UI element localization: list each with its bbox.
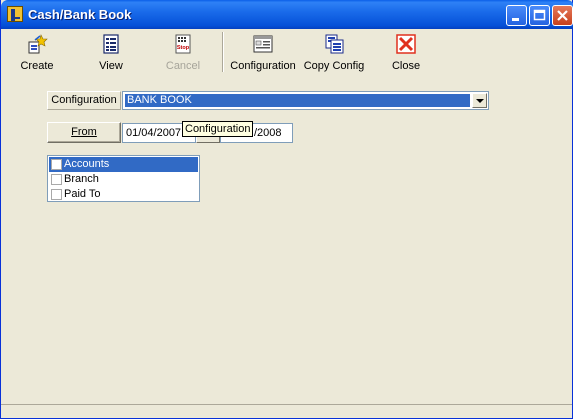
from-button-label: From xyxy=(71,126,97,138)
list-item-branch[interactable]: Branch xyxy=(49,172,198,187)
configuration-label: Configuration xyxy=(230,60,296,72)
configuration-field-label: Configuration xyxy=(47,91,121,110)
cash-bank-book-window: Cash/Bank Book Create View Stop Cancel C… xyxy=(0,0,573,419)
paid-to-checkbox[interactable] xyxy=(51,189,62,200)
view-button[interactable]: View xyxy=(89,30,133,74)
from-button[interactable]: From xyxy=(47,122,121,143)
copy-config-icon xyxy=(325,34,344,54)
create-label: Create xyxy=(20,60,54,72)
close-icon xyxy=(396,34,416,54)
configuration-selected-value: BANK BOOK xyxy=(125,94,470,107)
configuration-button[interactable]: Configuration xyxy=(228,30,298,74)
title-bar[interactable]: Cash/Bank Book xyxy=(1,0,573,29)
to-date-value: /2008 xyxy=(254,127,282,139)
view-label: View xyxy=(99,60,123,72)
cancel-button[interactable]: Stop Cancel xyxy=(161,30,205,74)
configuration-icon xyxy=(253,35,273,53)
list-item-label: Branch xyxy=(64,173,99,185)
filter-listbox[interactable]: Accounts Branch Paid To xyxy=(47,155,200,202)
close-x-icon xyxy=(557,10,568,21)
maximize-button[interactable] xyxy=(529,5,550,26)
window-title: Cash/Bank Book xyxy=(28,7,132,22)
view-icon xyxy=(103,34,119,54)
list-item-label: Paid To xyxy=(64,188,101,200)
list-item-accounts[interactable]: Accounts xyxy=(49,157,198,172)
stop-icon-text: Stop xyxy=(177,45,190,51)
branch-checkbox[interactable] xyxy=(51,174,62,185)
configuration-dropdown[interactable]: BANK BOOK xyxy=(122,91,489,110)
toolbar: Create View Stop Cancel Configuration Co… xyxy=(5,30,570,74)
accounts-checkbox[interactable] xyxy=(51,159,62,170)
cancel-label: Cancel xyxy=(165,60,201,72)
maximize-icon xyxy=(533,9,546,21)
minimize-icon xyxy=(512,18,519,21)
close-button[interactable]: Close xyxy=(385,30,427,74)
configuration-tooltip: Configuration xyxy=(182,121,254,137)
close-window-button[interactable] xyxy=(552,5,573,26)
copy-config-button[interactable]: Copy Config xyxy=(301,30,367,74)
status-bar xyxy=(1,404,572,418)
stop-icon: Stop xyxy=(175,34,191,54)
create-button[interactable]: Create xyxy=(15,30,59,74)
app-icon xyxy=(7,6,23,22)
list-item-label: Accounts xyxy=(64,158,110,170)
minimize-button[interactable] xyxy=(506,5,527,26)
close-label: Close xyxy=(391,60,421,72)
list-item-paid-to[interactable]: Paid To xyxy=(49,187,198,202)
create-icon xyxy=(28,34,48,54)
copy-config-label: Copy Config xyxy=(303,60,365,72)
chevron-down-icon[interactable] xyxy=(472,93,487,108)
toolbar-separator xyxy=(222,32,224,72)
